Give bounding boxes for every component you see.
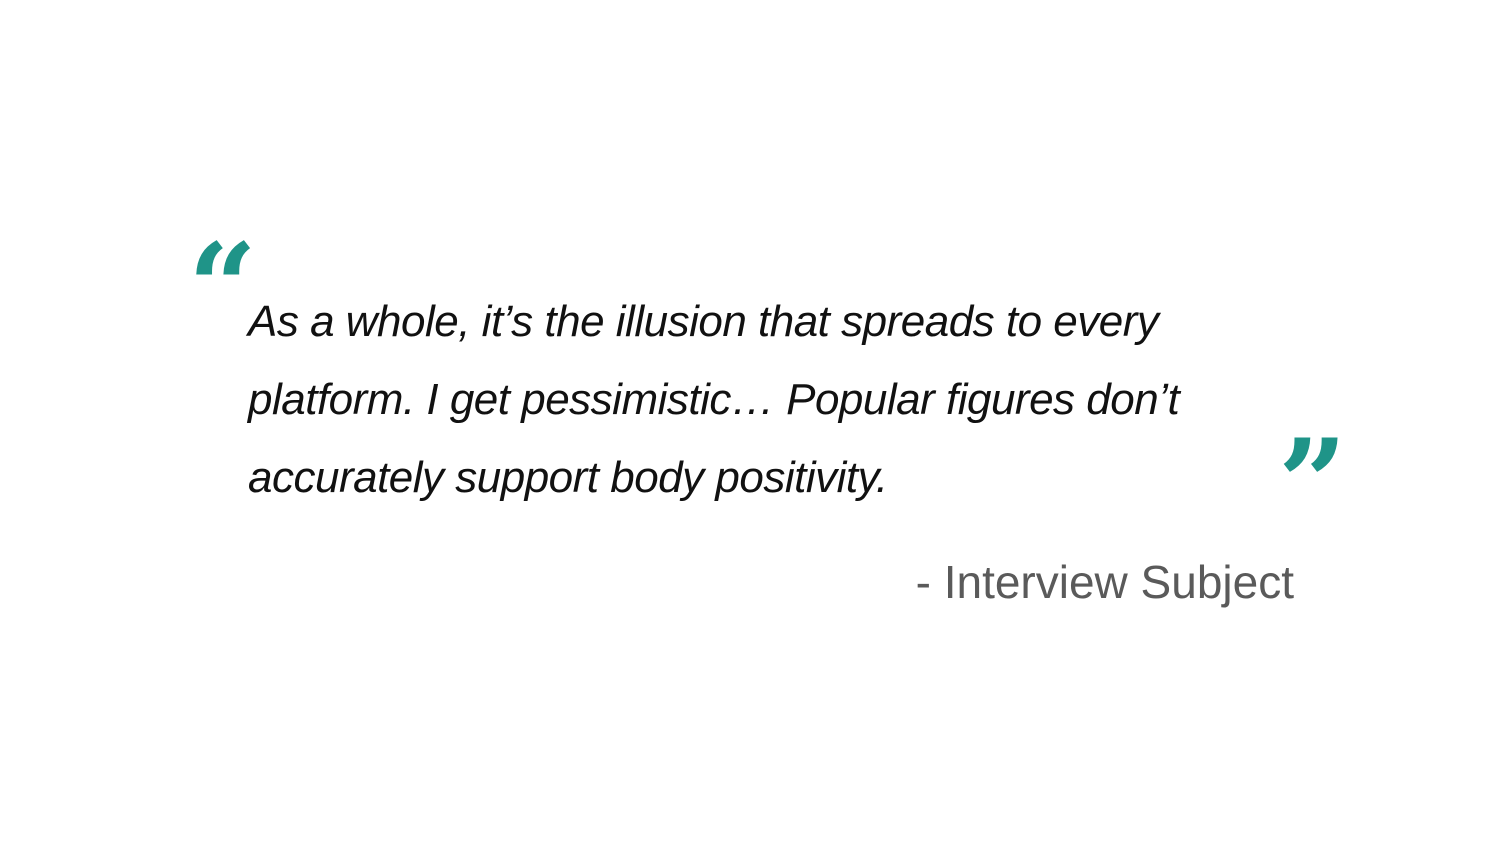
attribution: - Interview Subject	[915, 556, 1294, 608]
quote-line: platform. I get pessimistic… Popular fig…	[248, 375, 1180, 424]
quote-line: accurately support body positivity.	[248, 453, 888, 502]
quote-text: As a whole, it’s the illusion that sprea…	[248, 283, 1258, 517]
quote-line: As a whole, it’s the illusion that sprea…	[248, 297, 1159, 346]
quote-slide: “ As a whole, it’s the illusion that spr…	[0, 0, 1500, 844]
close-quote-icon: ”	[1278, 413, 1348, 554]
open-quote-icon: “	[188, 217, 258, 358]
